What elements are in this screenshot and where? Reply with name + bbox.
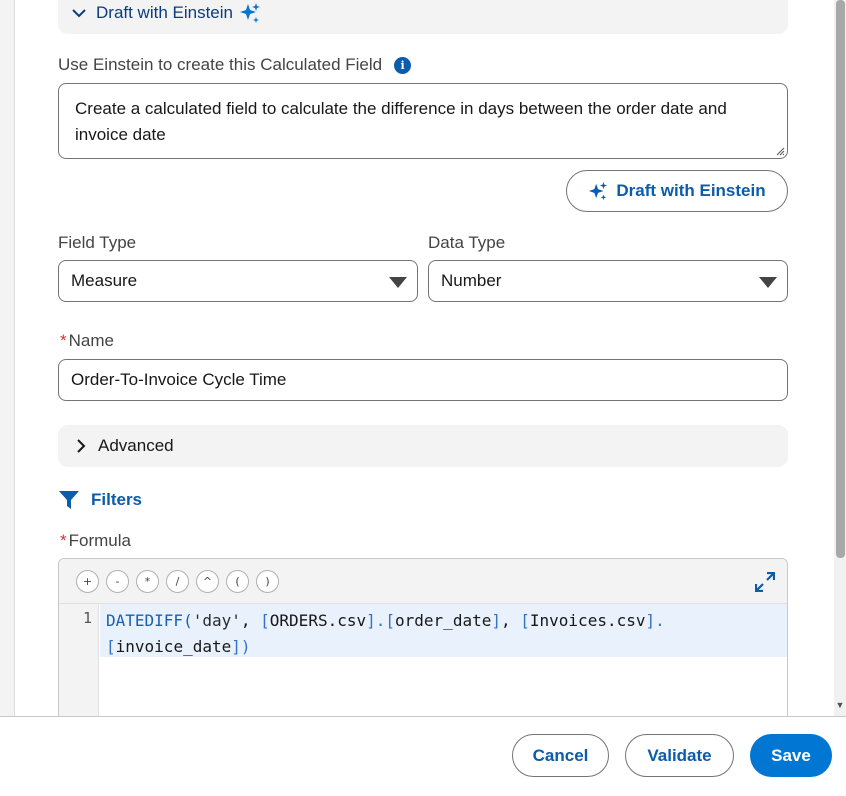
- einstein-accordion-title: Draft with Einstein: [96, 3, 233, 22]
- code-string-token: 'day': [192, 611, 241, 630]
- operator-minus-button[interactable]: -: [106, 569, 129, 593]
- field-type-label: Field Type: [58, 233, 137, 252]
- einstein-accordion[interactable]: Draft with Einstein: [58, 0, 788, 34]
- operator-close-paren-button[interactable]: ): [256, 569, 279, 593]
- expand-icon[interactable]: [755, 572, 775, 592]
- einstein-prompt-label: Use Einstein to create this Calculated F…: [58, 55, 412, 75]
- scrollbar-thumb[interactable]: [836, 0, 845, 558]
- field-type-select[interactable]: Measure: [58, 260, 418, 302]
- code-area[interactable]: 1 DATEDIFF('day', [ORDERS.csv].[order_da…: [59, 604, 787, 716]
- filters-link[interactable]: Filters: [59, 490, 142, 510]
- name-input[interactable]: Order-To-Invoice Cycle Time: [58, 359, 788, 401]
- line-number: 1: [82, 609, 92, 627]
- line-gutter: 1: [59, 604, 99, 716]
- code-table-token: ORDERS.csv: [269, 611, 367, 630]
- chevron-right-icon: [74, 439, 88, 453]
- required-marker: *: [60, 331, 67, 350]
- advanced-accordion[interactable]: Advanced: [58, 425, 788, 467]
- required-marker: *: [60, 531, 67, 550]
- advanced-label: Advanced: [98, 436, 174, 455]
- code-table-token: Invoices.csv: [529, 611, 646, 630]
- operator-plus-button[interactable]: +: [76, 569, 99, 593]
- einstein-sparkle-icon: [240, 3, 260, 23]
- info-icon[interactable]: i: [394, 57, 412, 74]
- operator-power-button[interactable]: ^: [196, 569, 219, 593]
- einstein-prompt-text: Create a calculated field to calculate t…: [75, 99, 727, 144]
- formula-toolbar: + - * / ^ ( ): [59, 559, 787, 604]
- code-line[interactable]: DATEDIFF('day', [ORDERS.csv].[order_date…: [100, 604, 787, 657]
- footer-bar: Cancel Validate Save: [0, 716, 846, 796]
- dropdown-caret-icon: [759, 277, 777, 288]
- formula-editor[interactable]: + - * / ^ ( ) 1 DATEDIFF('day', [ORDERS.…: [58, 558, 788, 716]
- left-rail: [0, 0, 15, 716]
- filter-funnel-icon: [59, 491, 79, 509]
- operator-divide-button[interactable]: /: [166, 569, 189, 593]
- scroll-down-arrow-icon[interactable]: ▼: [834, 698, 846, 712]
- code-column-token: order_date: [395, 611, 492, 630]
- einstein-prompt-textarea[interactable]: Create a calculated field to calculate t…: [58, 83, 788, 159]
- data-type-value: Number: [441, 271, 502, 290]
- name-value: Order-To-Invoice Cycle Time: [71, 370, 287, 389]
- validate-button[interactable]: Validate: [625, 734, 734, 777]
- save-button[interactable]: Save: [750, 734, 832, 777]
- draft-with-einstein-button[interactable]: Draft with Einstein: [566, 170, 788, 212]
- einstein-sparkle-icon: [589, 181, 608, 201]
- operator-open-paren-button[interactable]: (: [226, 569, 249, 593]
- code-function-token: DATEDIFF(: [106, 611, 193, 630]
- calculated-field-panel: Draft with Einstein Use Einstein to crea…: [15, 0, 834, 716]
- resize-grip-icon[interactable]: [775, 146, 785, 156]
- data-type-select[interactable]: Number: [428, 260, 788, 302]
- chevron-down-icon: [72, 6, 86, 20]
- cancel-button[interactable]: Cancel: [512, 734, 609, 777]
- draft-button-label: Draft with Einstein: [616, 181, 766, 200]
- formula-label: * Formula: [60, 531, 131, 550]
- filters-label: Filters: [91, 490, 143, 509]
- dropdown-caret-icon: [389, 277, 407, 288]
- field-type-value: Measure: [71, 271, 138, 290]
- data-type-label: Data Type: [428, 233, 506, 252]
- operator-multiply-button[interactable]: *: [136, 569, 159, 593]
- name-label: * Name: [60, 331, 114, 350]
- code-column-token: invoice_date: [115, 637, 232, 656]
